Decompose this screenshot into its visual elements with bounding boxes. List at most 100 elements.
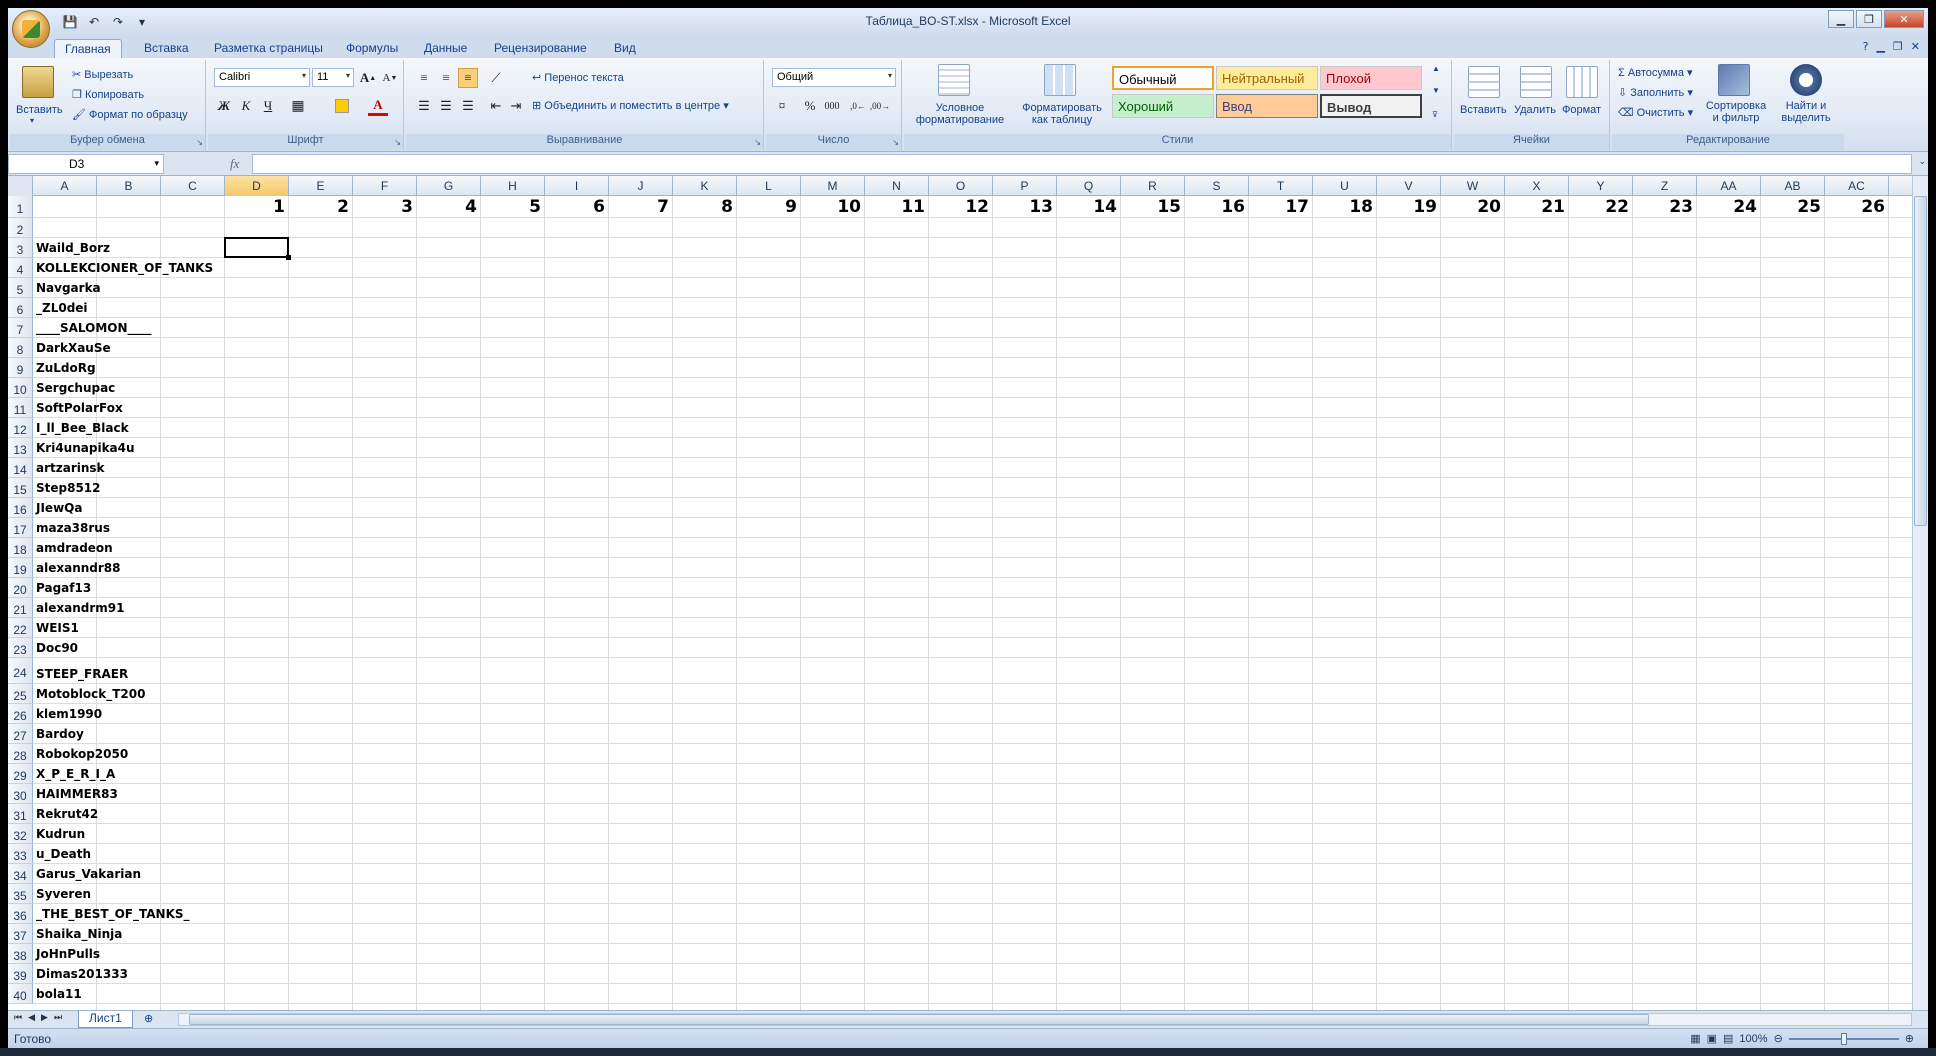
cell-number[interactable]: 1 <box>225 196 289 217</box>
column-header-ab[interactable]: AB <box>1761 176 1825 196</box>
column-header-s[interactable]: S <box>1185 176 1249 196</box>
zoom-level[interactable]: 100% <box>1739 1033 1767 1045</box>
column-header-u[interactable]: U <box>1313 176 1377 196</box>
cell-number[interactable]: 17 <box>1249 196 1313 217</box>
cell-name[interactable]: WEIS1 <box>36 621 79 635</box>
insert-sheet-icon[interactable]: ⊕ <box>144 1012 153 1025</box>
cell-number[interactable]: 25 <box>1761 196 1825 217</box>
zoom-slider[interactable] <box>1788 1032 1899 1045</box>
cell-number[interactable]: 24 <box>1697 196 1761 217</box>
underline-button[interactable]: Ч <box>258 96 278 116</box>
row-header-6[interactable]: 6 <box>8 298 33 318</box>
cell-name[interactable]: u_Death <box>36 847 91 861</box>
cell-name[interactable]: Motoblock_T200 <box>36 687 145 701</box>
font-size-select[interactable]: 11 ▾ <box>312 68 354 87</box>
format-painter-button[interactable]: 🖌 Формат по образцу <box>72 108 188 121</box>
align-left-icon[interactable]: ☰ <box>414 96 434 116</box>
format-cells-button[interactable]: Формат <box>1562 104 1601 116</box>
row-header-5[interactable]: 5 <box>8 278 33 298</box>
fill-handle[interactable] <box>286 255 291 260</box>
row-header-3[interactable]: 3 <box>8 238 33 258</box>
align-center-icon[interactable]: ☰ <box>436 96 456 116</box>
row-header-16[interactable]: 16 <box>8 498 33 518</box>
align-top-icon[interactable]: ≡ <box>414 68 434 88</box>
style-output[interactable]: Вывод <box>1320 94 1422 118</box>
row-header-18[interactable]: 18 <box>8 538 33 558</box>
cell-number[interactable]: 14 <box>1057 196 1121 217</box>
row-header-10[interactable]: 10 <box>8 378 33 398</box>
select-all-corner[interactable] <box>8 176 33 196</box>
column-header-f[interactable]: F <box>353 176 417 196</box>
row-header-8[interactable]: 8 <box>8 338 33 358</box>
cell-name[interactable]: Dimas201333 <box>36 967 128 981</box>
alignment-launcher-icon[interactable]: ↘ <box>754 138 761 147</box>
last-sheet-icon[interactable]: ⏭ <box>54 1013 62 1023</box>
horizontal-scroll-thumb[interactable] <box>189 1014 1649 1025</box>
currency-format-icon[interactable]: ¤ <box>772 96 792 116</box>
conditional-formatting-button[interactable]: Условное форматирование <box>912 102 1008 126</box>
row-header-37[interactable]: 37 <box>8 924 33 944</box>
cell-name[interactable]: HAIMMER83 <box>36 787 118 801</box>
paste-dropdown-icon[interactable]: ▾ <box>30 116 34 125</box>
row-header-2[interactable]: 2 <box>8 218 33 238</box>
cell-name[interactable]: JIewQa <box>36 501 82 515</box>
cell-name[interactable]: Step8512 <box>36 481 101 495</box>
row-header-29[interactable]: 29 <box>8 764 33 784</box>
orientation-icon[interactable]: ⟋ <box>486 68 506 88</box>
cell-name[interactable]: Pagaf13 <box>36 581 91 595</box>
cell-name[interactable]: Navgarka <box>36 281 101 295</box>
row-header-4[interactable]: 4 <box>8 258 33 278</box>
expand-formula-icon[interactable]: ⌄ <box>1918 156 1926 167</box>
normal-view-icon[interactable]: ▦ <box>1690 1032 1700 1045</box>
tab-insert[interactable]: Вставка <box>134 39 199 58</box>
column-header-c[interactable]: C <box>161 176 225 196</box>
format-as-table-icon[interactable] <box>1044 64 1076 96</box>
page-break-view-icon[interactable]: ▤ <box>1723 1032 1733 1045</box>
row-header-27[interactable]: 27 <box>8 724 33 744</box>
cell-name[interactable]: STEEP_FRAER <box>36 667 128 681</box>
sheet-tab-1[interactable]: Лист1 <box>78 1011 133 1028</box>
row-header-24[interactable]: 24 <box>8 658 33 684</box>
cell-name[interactable]: ZuLdoRg <box>36 361 96 375</box>
ribbon-minimize-icon[interactable]: ▁ <box>1876 40 1884 53</box>
delete-cells-button[interactable]: Удалить <box>1514 104 1556 116</box>
font-launcher-icon[interactable]: ↘ <box>394 138 401 147</box>
column-header-j[interactable]: J <box>609 176 673 196</box>
restore-icon[interactable]: ❐ <box>1856 10 1882 28</box>
cell-number[interactable]: 21 <box>1505 196 1569 217</box>
sort-filter-button[interactable]: Сортировка и фильтр <box>1704 100 1768 124</box>
font-color-icon[interactable]: A <box>368 96 388 116</box>
vertical-scrollbar[interactable] <box>1912 176 1928 1010</box>
cell-name[interactable]: Syveren <box>36 887 91 901</box>
cell-name[interactable]: Kudrun <box>36 827 85 841</box>
zoom-slider-knob[interactable] <box>1840 1032 1847 1045</box>
number-launcher-icon[interactable]: ↘ <box>892 138 899 147</box>
column-header-y[interactable]: Y <box>1569 176 1633 196</box>
paste-button[interactable]: Вставить <box>16 104 63 116</box>
name-box[interactable]: D3 ▾ <box>8 154 164 174</box>
decrease-decimal-icon[interactable]: ,00→ <box>870 96 890 116</box>
cell-number[interactable]: 6 <box>545 196 609 217</box>
cell-number[interactable]: 26 <box>1825 196 1889 217</box>
row-header-22[interactable]: 22 <box>8 618 33 638</box>
column-header-o[interactable]: O <box>929 176 993 196</box>
column-header-t[interactable]: T <box>1249 176 1313 196</box>
cell-name[interactable]: Robokop2050 <box>36 747 128 761</box>
worksheet-grid[interactable]: A B C D E F G H I J K L M N O P Q R S T U V W X Y Z AA AB AC 1234567… <box>8 176 1912 1010</box>
cell-name[interactable]: JoHnPulls <box>36 947 100 961</box>
row-header-38[interactable]: 38 <box>8 944 33 964</box>
column-header-z[interactable]: Z <box>1633 176 1697 196</box>
increase-indent-icon[interactable]: ⇥ <box>506 96 526 116</box>
page-layout-view-icon[interactable]: ▣ <box>1707 1032 1717 1045</box>
row-header-13[interactable]: 13 <box>8 438 33 458</box>
column-header-k[interactable]: K <box>673 176 737 196</box>
help-icon[interactable]: ? <box>1863 40 1869 53</box>
cell-name[interactable]: DarkXauSe <box>36 341 111 355</box>
tab-formulas[interactable]: Формулы <box>336 39 408 58</box>
cell-name[interactable]: _THE_BEST_OF_TANKS_ <box>36 907 190 921</box>
paste-icon[interactable] <box>22 66 54 98</box>
row-header-20[interactable]: 20 <box>8 578 33 598</box>
column-header-l[interactable]: L <box>737 176 801 196</box>
fill-button[interactable]: ⇩ Заполнить ▾ <box>1618 86 1693 99</box>
sort-filter-icon[interactable] <box>1718 64 1750 96</box>
